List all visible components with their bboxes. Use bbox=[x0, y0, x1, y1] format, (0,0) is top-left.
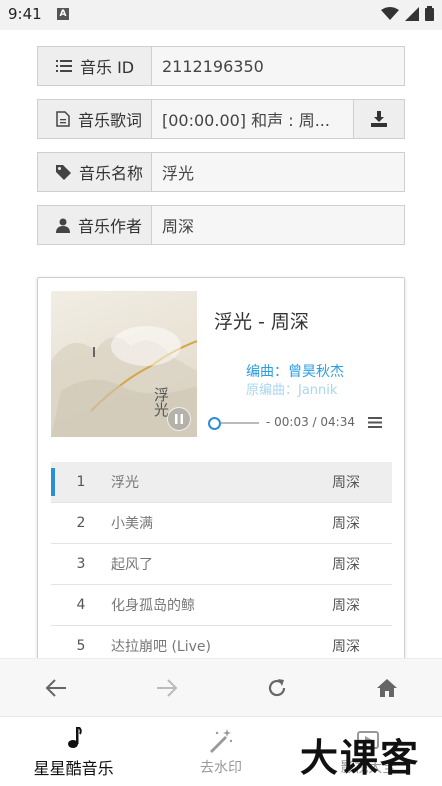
field-label-text: 音乐名称 bbox=[79, 164, 144, 183]
list-icon bbox=[56, 60, 72, 72]
playback-time: - 00:03 / 04:34 bbox=[266, 415, 355, 429]
playlist-item[interactable]: 5 达拉崩吧 (Live) 周深 bbox=[51, 626, 392, 658]
playlist-item[interactable]: 1 浮光 周深 bbox=[51, 462, 392, 503]
pause-icon bbox=[175, 414, 183, 424]
track-artist: 周深 bbox=[332, 557, 360, 573]
forward-icon[interactable] bbox=[156, 679, 178, 697]
track-name: 浮光 bbox=[111, 475, 139, 491]
wifi-icon bbox=[381, 6, 399, 20]
lyric-next-line: 原编曲：Jannik bbox=[246, 383, 338, 398]
progress-track[interactable] bbox=[221, 422, 259, 424]
music-id-field: 音乐 ID 2112196350 bbox=[37, 46, 405, 86]
browser-nav bbox=[0, 658, 442, 717]
song-title: 浮光 - 周深 bbox=[214, 311, 309, 333]
music-author-field: 音乐作者 周深 bbox=[37, 205, 405, 245]
playlist-item[interactable]: 4 化身孤岛的鲸 周深 bbox=[51, 585, 392, 626]
status-bar: 9:41 A bbox=[0, 0, 442, 30]
download-icon bbox=[371, 111, 387, 127]
watermark-text: 大课客 bbox=[300, 736, 421, 780]
music-name-value[interactable]: 浮光 bbox=[152, 153, 404, 191]
field-label-text: 音乐作者 bbox=[78, 217, 143, 236]
track-number: 2 bbox=[76, 515, 86, 531]
tab-music[interactable]: 星星酷音乐 bbox=[0, 717, 147, 786]
music-id-label: 音乐 ID bbox=[38, 47, 152, 85]
document-icon bbox=[56, 111, 70, 127]
track-name: 化身孤岛的鲸 bbox=[111, 598, 195, 614]
playlist-item[interactable]: 2 小美满 周深 bbox=[51, 503, 392, 544]
music-lyrics-field: 音乐歌词 [00:00.00] 和声 : 周... bbox=[37, 99, 405, 139]
music-id-value[interactable]: 2112196350 bbox=[152, 47, 404, 85]
tab-label: 去水印 bbox=[199, 759, 242, 776]
track-number: 5 bbox=[76, 638, 86, 654]
tag-icon bbox=[56, 164, 71, 180]
download-lyrics-button[interactable] bbox=[353, 100, 404, 138]
refresh-icon[interactable] bbox=[267, 678, 287, 698]
progress-knob[interactable] bbox=[208, 417, 221, 430]
playlist-item[interactable]: 3 起风了 周深 bbox=[51, 544, 392, 585]
user-icon bbox=[56, 218, 70, 233]
playlist-menu-icon[interactable] bbox=[368, 417, 382, 428]
track-number: 1 bbox=[76, 474, 86, 490]
tab-remove-watermark[interactable]: 去水印 bbox=[147, 717, 294, 786]
status-icons bbox=[381, 6, 434, 21]
music-lyrics-value[interactable]: [00:00.00] 和声 : 周... bbox=[152, 100, 353, 138]
battery-icon bbox=[425, 6, 434, 21]
field-label-text: 音乐歌词 bbox=[78, 111, 143, 130]
music-lyrics-label: 音乐歌词 bbox=[38, 100, 152, 138]
main-content: 音乐 ID 2112196350 音乐歌词 [00:00.00] 和声 : 周.… bbox=[0, 30, 442, 658]
playlist: 1 浮光 周深 2 小美满 周深 3 起风了 周深 4 化身孤岛的鲸 周深 5 bbox=[51, 462, 392, 658]
track-artist: 周深 bbox=[332, 639, 360, 655]
music-player: 浮光 浮光 - 周深 编曲：曾昊秋杰 原编曲：Jannik - 00:03 / … bbox=[37, 277, 405, 658]
track-number: 4 bbox=[76, 597, 86, 613]
lyric-current-line: 编曲：曾昊秋杰 bbox=[246, 364, 344, 380]
back-icon[interactable] bbox=[45, 679, 67, 697]
home-icon[interactable] bbox=[376, 678, 398, 698]
track-artist: 周深 bbox=[332, 516, 360, 532]
track-number: 3 bbox=[76, 556, 86, 572]
notification-icon: A bbox=[57, 8, 69, 20]
track-name: 达拉崩吧 (Live) bbox=[111, 639, 211, 655]
music-note-icon bbox=[67, 726, 82, 748]
progress-bar[interactable]: - 00:03 / 04:34 bbox=[208, 415, 388, 431]
magic-wand-icon bbox=[209, 728, 233, 753]
track-artist: 周深 bbox=[332, 598, 360, 614]
status-time: 9:41 bbox=[8, 5, 42, 23]
music-name-field: 音乐名称 浮光 bbox=[37, 152, 405, 192]
field-label-text: 音乐 ID bbox=[80, 58, 135, 77]
music-author-label: 音乐作者 bbox=[38, 206, 152, 244]
tab-label: 星星酷音乐 bbox=[33, 758, 114, 778]
track-name: 小美满 bbox=[111, 516, 153, 532]
signal-icon bbox=[405, 6, 419, 21]
album-cover: 浮光 bbox=[51, 291, 197, 437]
track-name: 起风了 bbox=[111, 557, 153, 573]
music-name-label: 音乐名称 bbox=[38, 153, 152, 191]
music-author-value[interactable]: 周深 bbox=[152, 206, 404, 244]
track-artist: 周深 bbox=[332, 475, 360, 491]
pause-button[interactable] bbox=[167, 407, 191, 431]
